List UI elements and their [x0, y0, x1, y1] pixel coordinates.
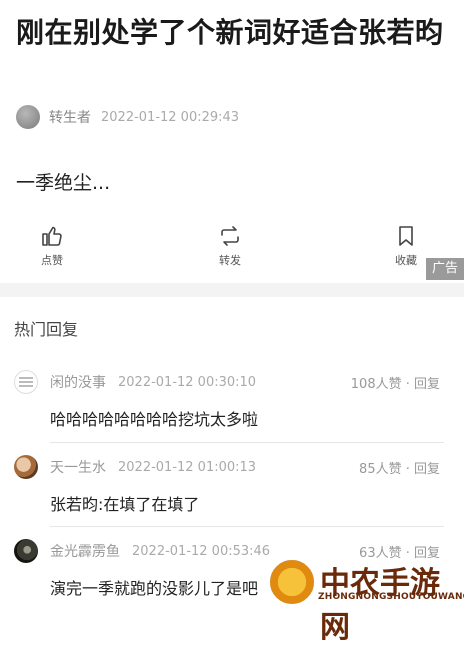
comment-divider	[50, 442, 444, 443]
comment-item: 闲的没事 2022-01-12 00:30:10 108人赞 · 回复 哈哈哈哈…	[14, 370, 444, 430]
comment-divider	[50, 526, 444, 527]
comment-like-reply[interactable]: 108人赞 · 回复	[351, 373, 440, 392]
post-body: 一季绝尘...	[16, 172, 111, 194]
comment-like-reply[interactable]: 85人赞 · 回复	[359, 458, 440, 477]
like-button[interactable]: 点赞	[22, 224, 82, 268]
author-avatar[interactable]	[16, 105, 40, 129]
comment-item: 天一生水 2022-01-12 01:00:13 85人赞 · 回复 张若昀:在…	[14, 455, 444, 515]
comment-time: 2022-01-12 00:53:46	[132, 543, 271, 559]
watermark-logo-icon	[268, 558, 316, 606]
comment-text: 张若昀:在填了在填了	[50, 495, 200, 514]
like-label: 点赞	[41, 254, 63, 267]
author-name[interactable]: 转生者	[49, 107, 91, 127]
comment-user[interactable]: 金光霹雳鱼	[50, 541, 120, 561]
ad-badge[interactable]: 广告	[426, 258, 464, 280]
post-title: 刚在别处学了个新词好适合张若昀	[16, 16, 444, 49]
comment-text: 哈哈哈哈哈哈哈哈挖坑太多啦	[50, 410, 259, 429]
repost-icon	[221, 226, 239, 246]
bookmark-icon	[399, 226, 413, 246]
comment-user[interactable]: 闲的没事	[50, 372, 106, 392]
post-time: 2022-01-12 00:29:43	[101, 109, 240, 125]
comment-user[interactable]: 天一生水	[50, 457, 106, 477]
section-divider	[0, 283, 464, 297]
hot-replies-title: 热门回复	[14, 320, 79, 339]
author-row: 转生者 2022-01-12 00:29:43	[16, 104, 239, 130]
watermark-brand: 中农手游网	[320, 566, 440, 645]
comment-avatar[interactable]	[14, 370, 38, 394]
share-label: 转发	[219, 254, 241, 267]
comment-time: 2022-01-12 01:00:13	[118, 459, 257, 475]
comment-time: 2022-01-12 00:30:10	[118, 374, 257, 390]
share-button[interactable]: 转发	[200, 224, 260, 268]
comment-avatar[interactable]	[14, 455, 38, 479]
watermark-subtitle: ZHONGNONGSHOUYOUWANG	[318, 592, 464, 602]
comment-avatar[interactable]	[14, 539, 38, 563]
action-bar: 点赞 转发 收藏	[0, 224, 464, 280]
thumbs-up-icon	[42, 226, 62, 246]
site-watermark: 中农手游网 ZHONGNONGSHOUYOUWANG	[258, 556, 464, 645]
